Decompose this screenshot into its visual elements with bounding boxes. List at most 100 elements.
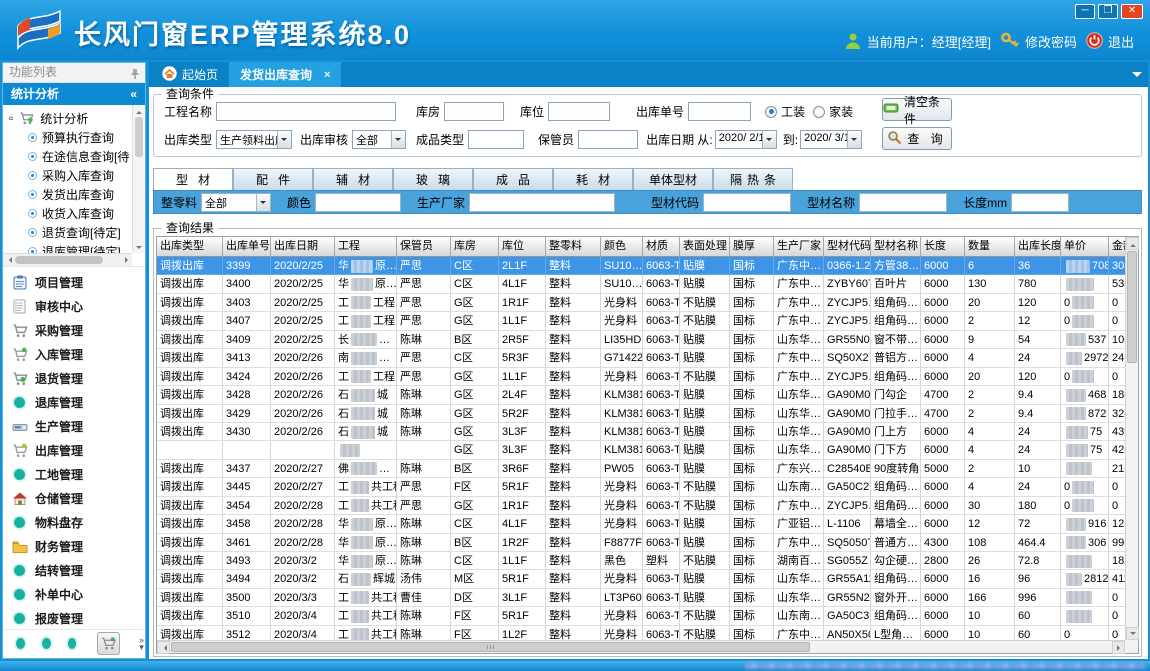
tree-root-statistical-analysis[interactable]: ▫统计分析 (9, 108, 131, 128)
keeper-input[interactable] (578, 130, 638, 149)
tab-shipment-outbound-query[interactable]: 发货出库查询× (229, 62, 341, 87)
sidebar-item-purchase-mgmt[interactable]: 采购管理 (3, 318, 145, 342)
warehouse-input[interactable] (444, 102, 504, 121)
scroll-right-icon[interactable] (125, 257, 131, 263)
sidebar-item-supplement-center[interactable]: 补单中心 (3, 582, 145, 606)
scroll-left-icon[interactable] (161, 645, 167, 651)
column-header[interactable]: 整零料 (546, 237, 601, 257)
maximize-button[interactable]: ❐ (1098, 4, 1118, 19)
scroll-left-icon[interactable] (6, 257, 12, 263)
order-no-input[interactable] (688, 102, 751, 121)
mtab-glass[interactable]: 玻璃 (393, 168, 473, 190)
overflow-button[interactable]: »▾ (139, 637, 144, 651)
tree-item-budget-execution-query[interactable]: 预算执行查询 (9, 128, 131, 147)
part-type-select[interactable]: 全部 (201, 193, 271, 212)
scrollbar-thumb[interactable] (1127, 251, 1137, 363)
cart-shortcut-button[interactable] (97, 632, 120, 655)
sidebar-item-site-mgmt[interactable]: 工地管理 (3, 462, 145, 486)
table-row[interactable]: 调拨出库35002020/3/3工共工程曹佳D区3L1F整料LT3P606063… (157, 589, 1125, 607)
product-type-input[interactable] (468, 130, 524, 149)
color-input[interactable] (315, 193, 401, 212)
table-row[interactable]: 调拨出库34282020/2/26石城陈琳G区2L4F整料KLM38176063… (157, 386, 1125, 404)
column-header[interactable]: 库位 (499, 237, 546, 257)
collapse-icon[interactable]: « (130, 83, 137, 105)
table-row[interactable]: G区3L3F整料KLM38176063-T5贴膜国标山东华…GA90M09.门下… (157, 441, 1125, 459)
tree-horizontal-scrollbar[interactable] (3, 253, 132, 266)
date-from-picker[interactable]: 2020/ 2/16 (715, 130, 777, 149)
column-header[interactable]: 长度 (921, 237, 965, 257)
column-header[interactable]: 出库类型 (157, 237, 223, 257)
column-header[interactable]: 数量 (965, 237, 1015, 257)
profile-code-input[interactable] (703, 193, 791, 212)
tree-expander-icon[interactable]: ▫ (9, 111, 13, 125)
sidebar-item-scrap-mgmt[interactable]: 报废管理 (3, 606, 145, 630)
sidebar-item-production-mgmt[interactable]: 生产管理 (3, 414, 145, 438)
clear-conditions-button[interactable]: 清空条件 (882, 98, 952, 121)
mtab-consumable[interactable]: 耗材 (553, 168, 633, 190)
table-row[interactable]: 调拨出库34302020/2/26石城陈琳G区3L3F整料KLM38176063… (157, 423, 1125, 441)
scroll-down-icon[interactable] (1130, 632, 1136, 638)
work-decor-radio[interactable] (765, 106, 777, 118)
table-row[interactable]: 调拨出库34612020/2/28华原…陈琳B区1R2F整料F8877FT606… (157, 534, 1125, 552)
tree-item-receipt-inbound-query[interactable]: 收货入库查询 (9, 204, 131, 223)
table-horizontal-scrollbar[interactable] (157, 640, 1125, 653)
sidebar-item-material-inventory[interactable]: 物料盘存 (3, 510, 145, 534)
table-row[interactable]: 调拨出库35102020/3/4工共工程陈琳F区5R1F整料光身料6063-T5… (157, 607, 1125, 625)
project-name-input[interactable] (216, 102, 396, 121)
home-decor-radio[interactable] (813, 106, 825, 118)
column-header[interactable]: 膜厚 (730, 237, 774, 257)
scroll-right-icon[interactable] (1117, 645, 1123, 651)
pin-icon[interactable] (130, 67, 140, 86)
change-password-button[interactable]: 修改密码 (1000, 31, 1077, 52)
column-header[interactable]: 出库日期 (271, 237, 335, 257)
table-row[interactable]: 调拨出库34452020/2/27工共工程严思F区5R1F整料光身料6063-T… (157, 478, 1125, 496)
column-header[interactable]: 金额 (1109, 237, 1125, 257)
tree-vertical-scrollbar[interactable] (132, 105, 145, 253)
table-row[interactable]: 调拨出库34372020/2/27佛…陈琳B区3R6F整料PW056063-T5… (157, 460, 1125, 478)
sidebar-group-header[interactable]: 统计分析 « (3, 83, 145, 105)
table-row[interactable]: 调拨出库34582020/2/28华原…陈琳C区4L1F整料光身料6063-T5… (157, 515, 1125, 533)
column-header[interactable]: 出库长度 (1015, 237, 1061, 257)
column-header[interactable]: 生产厂家 (774, 237, 824, 257)
mtab-accessory[interactable]: 配件 (233, 168, 313, 190)
tree-item-shipment-outbound-query[interactable]: 发货出库查询 (9, 185, 131, 204)
dot-icon[interactable] (16, 638, 25, 649)
scroll-up-icon[interactable] (136, 108, 142, 114)
manufacturer-input[interactable] (469, 193, 615, 212)
sidebar-item-outbound-mgmt[interactable]: 出库管理 (3, 438, 145, 462)
column-header[interactable]: 库房 (451, 237, 499, 257)
column-header[interactable]: 材质 (643, 237, 680, 257)
scroll-up-icon[interactable] (1130, 241, 1136, 247)
sidebar-item-return-store-mgmt[interactable]: 退库管理 (3, 390, 145, 414)
minimize-button[interactable]: ─ (1075, 4, 1095, 19)
table-row[interactable]: 调拨出库34942020/3/2石辉城汤伟M区5R1F整料光身料6063-T5贴… (157, 570, 1125, 588)
outbound-audit-select[interactable]: 全部 (352, 130, 406, 149)
sidebar-item-inbound-mgmt[interactable]: 入库管理 (3, 342, 145, 366)
location-input[interactable] (548, 102, 610, 121)
sidebar-item-project-mgmt[interactable]: 项目管理 (3, 270, 145, 294)
table-row[interactable]: 调拨出库34242020/2/26工工程严思G区1L1F整料光身料6063-T5… (157, 368, 1125, 386)
mtab-product[interactable]: 成品 (473, 168, 553, 190)
chevron-down-icon[interactable] (847, 131, 861, 148)
sidebar-item-finance-mgmt[interactable]: 财务管理 (3, 534, 145, 558)
scrollbar-thumb[interactable] (135, 117, 143, 157)
outbound-type-select[interactable]: 生产领料出库 (216, 130, 292, 149)
table-row[interactable]: 调拨出库34132020/2/26南…严思C区5R3F整料G714226063-… (157, 349, 1125, 367)
dot-icon[interactable] (68, 638, 77, 649)
table-row[interactable]: 调拨出库34292020/2/26石城陈琳G区5R2F整料KLM38176063… (157, 405, 1125, 423)
column-header[interactable]: 出库单号 (223, 237, 271, 257)
column-header[interactable]: 保管员 (397, 237, 451, 257)
chevron-down-icon[interactable] (277, 131, 291, 148)
column-header[interactable]: 工程 (335, 237, 397, 257)
sidebar-item-warehouse-mgmt[interactable]: 仓储管理 (3, 486, 145, 510)
mtab-single-profile[interactable]: 单体型材 (633, 168, 713, 190)
table-row[interactable]: 调拨出库34072020/2/25工工程严思G区1L1F整料光身料6063-T5… (157, 312, 1125, 330)
scroll-down-icon[interactable] (136, 246, 142, 252)
table-row[interactable]: 调拨出库34932020/3/2华原…陈琳C区1L1F整料黑色塑料不贴膜国标湖南… (157, 552, 1125, 570)
mtab-insulation-strip[interactable]: 隔热条 (713, 168, 793, 190)
mtab-profile[interactable]: 型材 (153, 168, 233, 190)
tab-close-icon[interactable]: × (324, 69, 330, 81)
tab-list-caret-icon[interactable] (1132, 72, 1142, 82)
mtab-auxiliary[interactable]: 辅材 (313, 168, 393, 190)
search-button[interactable]: 查 询 (882, 127, 952, 150)
